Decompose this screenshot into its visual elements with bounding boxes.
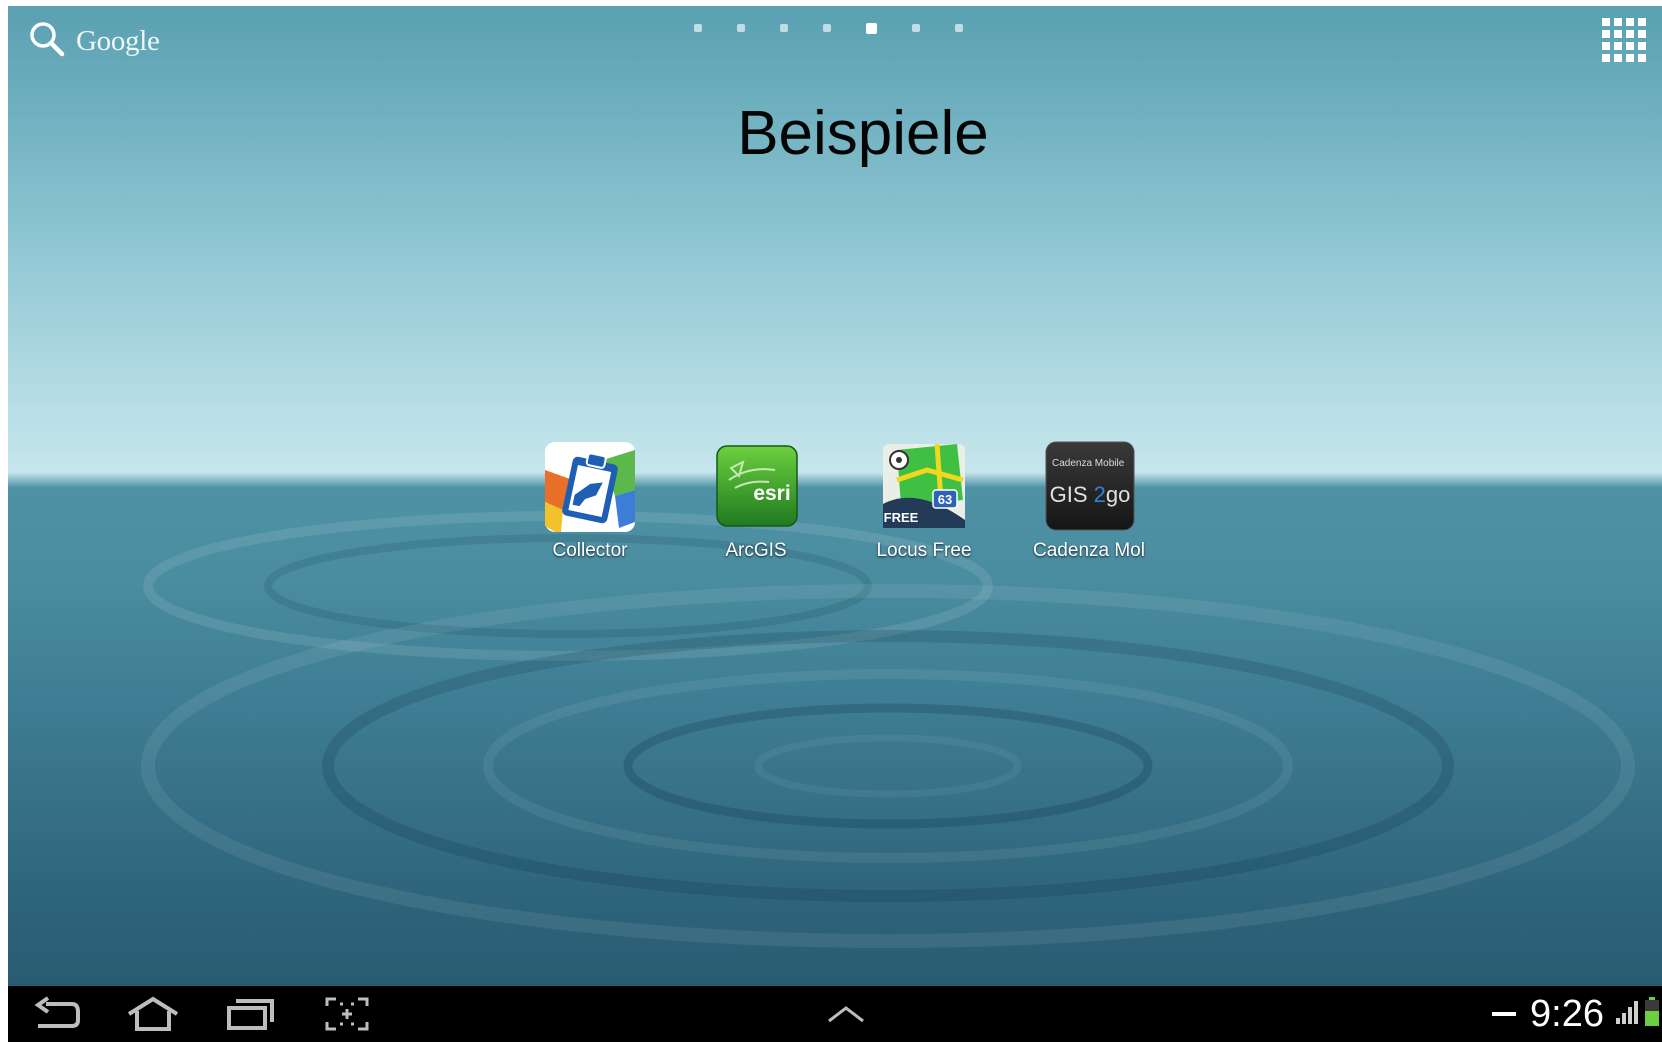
app-label: Locus Free — [876, 540, 972, 561]
recent-apps-button[interactable] — [226, 996, 274, 1037]
app-label: Collector — [552, 540, 628, 561]
free-badge: FREE — [884, 510, 919, 525]
home-button[interactable] — [125, 996, 181, 1037]
page-indicator — [694, 22, 963, 34]
cadenza-small-label: Cadenza Mobile — [1052, 458, 1125, 469]
notification-dash-icon — [1492, 1005, 1518, 1023]
page-dot — [955, 24, 963, 32]
page-dot — [737, 24, 745, 32]
screen-capture-button[interactable] — [324, 996, 370, 1037]
search-icon — [28, 20, 66, 63]
page-dot-active — [866, 22, 877, 34]
apps-grid-icon — [1602, 18, 1646, 62]
recent-apps-icon — [227, 999, 274, 1030]
gis2go-wordmark: GIS 2go — [1050, 482, 1131, 507]
app-collector[interactable]: Collector — [515, 440, 665, 562]
page-dot — [694, 24, 702, 32]
screen-capture-icon — [325, 997, 369, 1031]
esri-arcgis-icon: esri — [709, 440, 803, 534]
signal-strength-icon — [1614, 998, 1640, 1031]
back-button[interactable] — [34, 996, 82, 1037]
esri-wordmark: esri — [753, 482, 790, 505]
status-area[interactable]: 9:26 — [1492, 986, 1662, 1042]
page-dot — [780, 24, 788, 32]
app-locus-free[interactable]: 63 FREE Locus Free — [849, 440, 999, 562]
locus-map-icon: 63 FREE — [877, 440, 971, 534]
back-arrow-icon — [34, 996, 80, 1028]
chevron-up-icon — [828, 1006, 864, 1023]
system-navigation-bar: 9:26 — [8, 986, 1662, 1042]
home-icon — [127, 996, 179, 1031]
collector-clipboard-icon — [543, 440, 637, 534]
home-screen: Google Beispiele Collector esri ArcGIS 6… — [8, 6, 1662, 1042]
app-label: Cadenza Mol — [1033, 540, 1145, 561]
google-search-bar[interactable]: Google — [28, 20, 160, 63]
clock: 9:26 — [1530, 992, 1604, 1035]
google-search-label: Google — [76, 25, 160, 57]
app-cadenza-mobile[interactable]: Cadenza Mobile GIS 2go Cadenza Mol — [1014, 440, 1164, 562]
app-arcgis[interactable]: esri ArcGIS — [681, 440, 831, 562]
battery-icon — [1644, 996, 1660, 1032]
app-menu-up-button[interactable] — [826, 1004, 866, 1029]
route-shield-number: 63 — [938, 492, 952, 507]
app-label: ArcGIS — [725, 540, 787, 561]
cadenza-gis2go-icon: Cadenza Mobile GIS 2go — [1042, 440, 1136, 534]
page-dot — [912, 24, 920, 32]
folder-title: Beispiele — [737, 99, 989, 168]
page-dot — [823, 24, 831, 32]
app-drawer-button[interactable] — [1601, 17, 1647, 63]
